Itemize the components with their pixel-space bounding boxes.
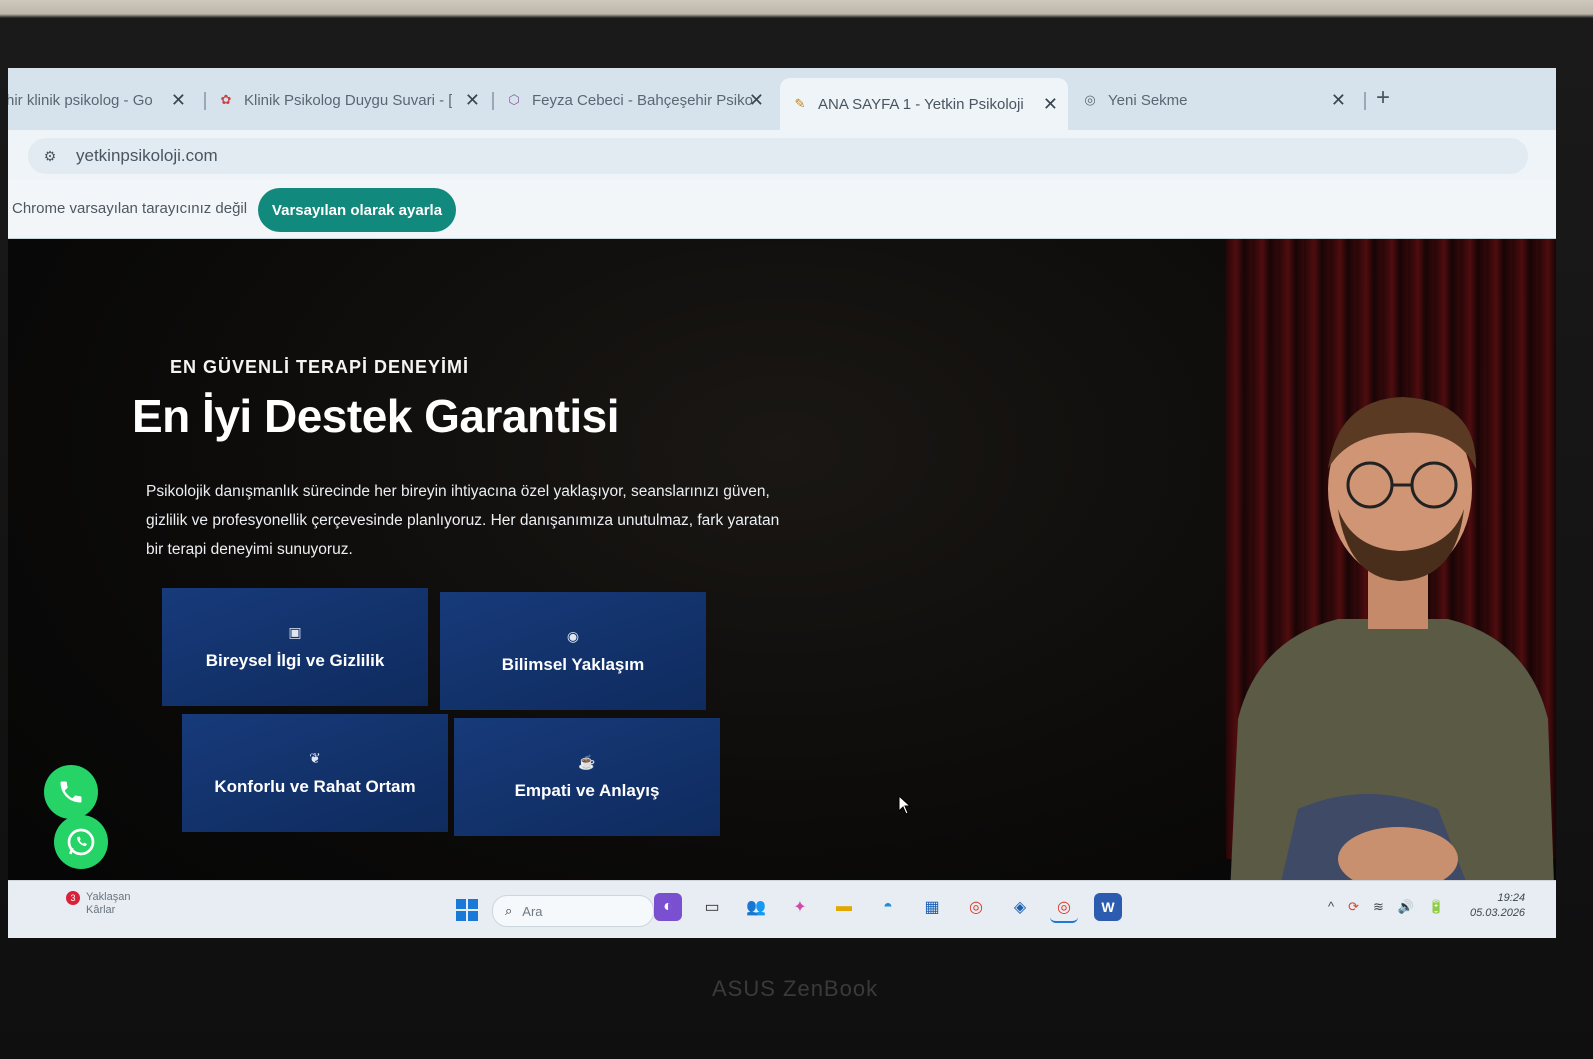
feature-cards: ▣ Bireysel İlgi ve Gizlilik ◉ Bilimsel Y…: [162, 588, 722, 836]
search-placeholder: Ara: [522, 903, 543, 919]
mouse-cursor-icon: [898, 795, 912, 815]
tab-new-tab[interactable]: ◎ Yeni Sekme ✕: [1082, 82, 1352, 118]
feature-card-label: Empati ve Anlayış: [514, 780, 660, 800]
start-button[interactable]: [456, 899, 478, 921]
widgets-icon[interactable]: ◐: [654, 893, 682, 921]
phone-icon: [60, 781, 82, 803]
url-text: yetkinpsikoloji.com: [76, 146, 218, 165]
taskbar-search[interactable]: ⌕ Ara: [492, 895, 654, 927]
windows-logo-tile: [456, 911, 466, 921]
website-hero: EN GÜVENLİ TERAPİ DENEYİMİ En İyi Destek…: [8, 239, 1556, 938]
store-icon[interactable]: ▦: [918, 893, 946, 921]
default-browser-infobar: Chrome varsayılan tarayıcınız değil Vars…: [8, 180, 1556, 239]
weather-line-1: Yaklaşan: [86, 891, 131, 903]
feature-card-scientific[interactable]: ◉ Bilimsel Yaklaşım: [440, 592, 706, 710]
whatsapp-button[interactable]: [54, 815, 108, 869]
clock-date: 05.03.2026: [1470, 907, 1526, 919]
close-tab-icon[interactable]: ✕: [1043, 94, 1058, 115]
search-icon: ⌕: [505, 903, 513, 918]
phone-call-button[interactable]: [44, 765, 98, 819]
browser-tab-strip: hir klinik psikolog - Go ✕ ✿ Klinik Psik…: [8, 68, 1556, 130]
site-favicon-icon: ⬡: [508, 92, 520, 107]
clock-time: 19:24: [1497, 892, 1526, 904]
id-card-icon: ▣: [288, 623, 302, 640]
chrome-icon: ◎: [1084, 92, 1096, 107]
feature-card-label: Bireysel İlgi ve Gizlilik: [205, 650, 385, 670]
new-tab-button[interactable]: +: [1376, 84, 1390, 112]
close-tab-icon[interactable]: ✕: [465, 90, 480, 111]
feature-card-label: Konforlu ve Rahat Ortam: [214, 776, 416, 796]
chevron-up-icon[interactable]: ^: [1328, 899, 1334, 915]
site-favicon-icon: ✿: [220, 92, 232, 107]
therapist-photo: [1228, 397, 1556, 938]
feature-card-privacy[interactable]: ▣ Bireysel İlgi ve Gizlilik: [162, 588, 428, 706]
teams-icon[interactable]: 👥: [742, 893, 770, 921]
task-view-icon[interactable]: ▭: [698, 893, 726, 921]
feature-card-empathy[interactable]: ☕ Empati ve Anlayış: [454, 718, 720, 836]
set-default-button[interactable]: Varsayılan olarak ayarla: [258, 188, 456, 232]
device-brand-label: ASUS ZenBook: [712, 976, 879, 1001]
close-tab-icon[interactable]: ✕: [171, 90, 186, 111]
tab-feyza-cebeci[interactable]: ⬡ Feyza Cebeci - Bahçeşehir Psiko ✕: [506, 82, 770, 118]
feature-card-label: Bilimsel Yaklaşım: [501, 654, 645, 674]
infobar-message: Chrome varsayılan tarayıcınız değil: [12, 200, 248, 217]
defender-icon[interactable]: ◈: [1006, 893, 1034, 921]
windows-logo-tile: [456, 899, 466, 909]
hero-title: En İyi Destek Garantisi: [132, 390, 620, 442]
windows-taskbar: 3 Yaklaşan Kârlar ⌕ Ara ◐ ▭ 👥 ✦ ▬ ◓ ▦ ◎ …: [8, 880, 1556, 938]
close-tab-icon[interactable]: ✕: [1331, 90, 1346, 111]
address-bar[interactable]: ⚙ yetkinpsikoloji.com: [28, 138, 1528, 174]
tab-separator: [204, 92, 206, 110]
chrome-alt-icon[interactable]: ◎: [1050, 893, 1078, 923]
sync-icon[interactable]: ⟳: [1348, 899, 1359, 915]
coffee-icon: ☕: [578, 753, 596, 770]
hero-description: Psikolojik danışmanlık sürecinde her bir…: [146, 483, 780, 558]
browser-toolbar: ⚙ yetkinpsikoloji.com: [8, 130, 1556, 180]
windows-logo-tile: [468, 911, 478, 921]
word-icon[interactable]: W: [1094, 893, 1122, 921]
system-tray: ^ ⟳ ≋ 🔊 🔋: [1328, 899, 1444, 915]
hero-eyebrow: EN GÜVENLİ TERAPİ DENEYİMİ: [170, 357, 470, 377]
taskbar-apps: ◐ ▭ 👥 ✦ ▬ ◓ ▦ ◎ ◈ ◎ W: [654, 893, 1122, 923]
laptop-screen: hir klinik psikolog - Go ✕ ✿ Klinik Psik…: [8, 68, 1556, 938]
leaf-icon: ❦: [309, 749, 321, 766]
tab-yetkin-psikoloji[interactable]: ✎ ANA SAYFA 1 - Yetkin Psikoloji ✕: [780, 78, 1068, 130]
tab-separator: [1364, 92, 1366, 110]
edge-icon[interactable]: ◓: [874, 893, 902, 921]
site-info-icon[interactable]: ⚙: [40, 148, 60, 165]
whatsapp-icon: [67, 828, 95, 856]
file-explorer-icon[interactable]: ▬: [830, 893, 858, 921]
tab-google-search[interactable]: hir klinik psikolog - Go ✕: [8, 82, 192, 118]
copilot-icon[interactable]: ✦: [786, 893, 814, 921]
system-clock[interactable]: 19:24 05.03.2026: [1470, 891, 1525, 921]
battery-icon[interactable]: 🔋: [1428, 899, 1444, 915]
volume-icon[interactable]: 🔊: [1398, 899, 1414, 915]
weather-widget[interactable]: 3 Yaklaşan Kârlar: [62, 891, 130, 917]
eye-icon: ◉: [566, 627, 580, 644]
weather-line-2: Kârlar: [86, 904, 116, 916]
site-favicon-icon: ✎: [794, 96, 806, 111]
feature-card-comfort[interactable]: ❦ Konforlu ve Rahat Ortam: [182, 714, 448, 832]
tab-duygu-suvari[interactable]: ✿ Klinik Psikolog Duygu Suvari - [ ✕: [218, 82, 486, 118]
chrome-icon[interactable]: ◎: [962, 893, 990, 921]
wifi-icon[interactable]: ≋: [1373, 899, 1384, 915]
notification-badge: 3: [66, 891, 80, 905]
tab-separator: [492, 92, 494, 110]
close-tab-icon[interactable]: ✕: [749, 90, 764, 111]
windows-logo-tile: [468, 899, 478, 909]
